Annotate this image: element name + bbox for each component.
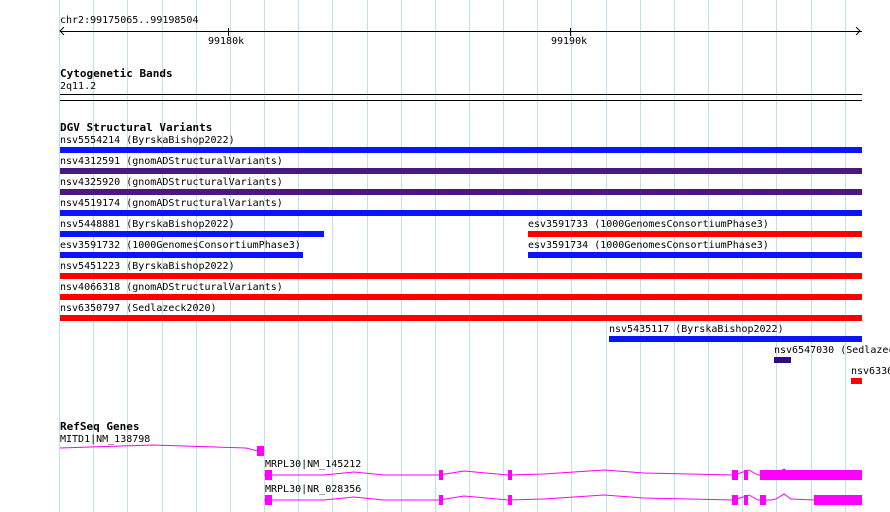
variant-label[interactable]: esv3591734 (1000GenomesConsortiumPhase3) xyxy=(528,240,769,251)
gridline xyxy=(503,0,504,512)
gridline xyxy=(469,0,470,512)
cytoband-bar-bottom xyxy=(60,100,862,101)
variant-label[interactable]: nsv4325920 (gnomADStructuralVariants) xyxy=(60,177,283,188)
track-title: Cytogenetic Bands xyxy=(60,67,173,80)
variant-bar[interactable] xyxy=(60,147,862,153)
variant-label[interactable]: nsv5451223 (ByrskaBishop2022) xyxy=(60,261,235,272)
ruler-arrows xyxy=(59,27,861,36)
variant-label[interactable]: nsv5435117 (ByrskaBishop2022) xyxy=(609,324,784,335)
gene-model-mitd1[interactable] xyxy=(58,443,270,457)
variant-bar[interactable] xyxy=(609,336,862,342)
gene-model-mrpl30-nr[interactable] xyxy=(264,491,864,507)
gridline xyxy=(367,0,368,512)
variant-label[interactable]: esv3591732 (1000GenomesConsortiumPhase3) xyxy=(60,240,301,251)
variant-bar[interactable] xyxy=(60,252,303,258)
cytoband-bar-top xyxy=(60,94,862,95)
ruler-major-tick xyxy=(570,28,571,36)
variant-label[interactable]: nsv5448881 (ByrskaBishop2022) xyxy=(60,219,235,230)
gene-model-mrpl30-nm[interactable] xyxy=(264,466,864,482)
ruler-tick-label: 99180k xyxy=(208,36,245,47)
variant-label[interactable]: nsv4519174 (gnomADStructuralVariants) xyxy=(60,198,283,209)
variant-label[interactable]: nsv4312591 (gnomADStructuralVariants) xyxy=(60,156,283,167)
ruler-major-tick xyxy=(228,28,229,36)
variant-bar[interactable] xyxy=(528,252,862,258)
variant-label[interactable]: nsv4066318 (gnomADStructuralVariants) xyxy=(60,282,283,293)
variant-bar[interactable] xyxy=(60,273,862,279)
variant-label[interactable]: esv3591733 (1000GenomesConsortiumPhase3) xyxy=(528,219,769,230)
gridline xyxy=(435,0,436,512)
variant-label[interactable]: nsv6547030 (Sedlazeck xyxy=(774,345,890,356)
variant-bar[interactable] xyxy=(60,168,862,174)
variant-bar[interactable] xyxy=(851,378,862,384)
track-title: RefSeq Genes xyxy=(60,420,140,433)
region-label: chr2:99175065..99198504 xyxy=(60,15,199,26)
track-title: DGV Structural Variants xyxy=(60,121,213,134)
cytoband-label: 2q11.2 xyxy=(60,81,97,92)
gridline xyxy=(332,0,333,512)
variant-bar[interactable] xyxy=(60,294,862,300)
variant-bar[interactable] xyxy=(60,189,862,195)
variant-bar[interactable] xyxy=(60,210,862,216)
variant-bar[interactable] xyxy=(774,357,791,363)
variant-bar[interactable] xyxy=(60,231,324,237)
variant-bar[interactable] xyxy=(528,231,862,237)
ruler-tick-label: 99190k xyxy=(551,36,588,47)
variant-bar[interactable] xyxy=(60,315,862,321)
variant-label[interactable]: nsv5554214 (ByrskaBishop2022) xyxy=(60,135,235,146)
variant-label[interactable]: nsv6336 xyxy=(851,366,890,377)
gridline xyxy=(401,0,402,512)
variant-label[interactable]: nsv6350797 (Sedlazeck2020) xyxy=(60,303,217,314)
